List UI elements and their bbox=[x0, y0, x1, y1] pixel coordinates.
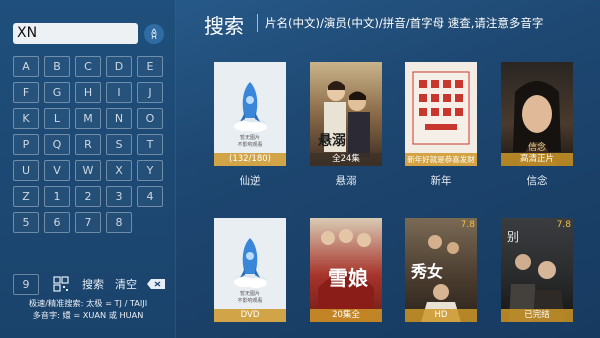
placeholder-text: 暂无图片 不影响观看 bbox=[237, 135, 263, 148]
episode-badge: (132/180) bbox=[214, 153, 286, 166]
key-m[interactable]: M bbox=[75, 108, 101, 129]
episode-badge: DVD bbox=[214, 309, 286, 322]
key-b[interactable]: B bbox=[44, 56, 70, 77]
result-title: 信念 bbox=[526, 175, 548, 187]
search-tip: 片名(中文)/演员(中文)/拼音/首字母 速查,请注意多音字 bbox=[265, 16, 544, 30]
key-n[interactable]: N bbox=[106, 108, 132, 129]
letter-keyboard: ABCDE FGHIJ KLMNO PQRST UVWXY Z1234 5678 bbox=[13, 56, 167, 233]
key-q[interactable]: Q bbox=[44, 134, 70, 155]
poster-title-art: 秀女 bbox=[411, 262, 444, 281]
clear-button[interactable]: 清空 bbox=[113, 274, 139, 295]
key-j[interactable]: J bbox=[137, 82, 163, 103]
search-hint-line1: 极速/精准搜索: 太极 = TJ / TAIJI bbox=[28, 298, 148, 308]
episode-badge: 高清正片 bbox=[501, 153, 573, 166]
key-3[interactable]: 3 bbox=[106, 186, 132, 207]
key-x[interactable]: X bbox=[106, 160, 132, 181]
result-card[interactable]: 7.8 别 已完结 bbox=[501, 218, 573, 322]
rocket-icon[interactable] bbox=[144, 24, 164, 44]
result-card[interactable]: 暂无图片 不影响观看 DVD bbox=[214, 218, 286, 322]
keyboard-panel: XN ABCDE FGHIJ KLMNO PQRST UVWXY Z1234 5678 9 … bbox=[0, 0, 176, 338]
keyboard-bottom-row: 9 搜索 清空 bbox=[13, 274, 167, 295]
key-s[interactable]: S bbox=[106, 134, 132, 155]
key-g[interactable]: G bbox=[44, 82, 70, 103]
key-c[interactable]: C bbox=[75, 56, 101, 77]
episode-badge: 新年好就是恭喜发财 bbox=[405, 153, 477, 166]
poster-image: 7.8 别 已完结 bbox=[501, 218, 573, 322]
episode-badge: 已完结 bbox=[501, 309, 573, 322]
backspace-icon[interactable] bbox=[145, 274, 167, 295]
episode-badge: 全24集 bbox=[310, 153, 382, 166]
search-hint-line2: 多音字: 嬛 = XUAN 或 HUAN bbox=[32, 310, 144, 320]
qr-grid-icon[interactable] bbox=[52, 274, 70, 295]
key-d[interactable]: D bbox=[106, 56, 132, 77]
result-card[interactable]: 悬溺 全24集 悬溺 bbox=[310, 62, 382, 188]
poster-placeholder: 暂无图片 不影响观看 (132/180) bbox=[214, 62, 286, 166]
key-9[interactable]: 9 bbox=[13, 274, 39, 295]
poster-title-art: 悬溺 bbox=[318, 133, 346, 149]
key-u[interactable]: U bbox=[13, 160, 39, 181]
placeholder-text: 暂无图片 不影响观看 bbox=[237, 291, 263, 304]
title-divider bbox=[257, 14, 258, 32]
poster-image: 悬溺 全24集 bbox=[310, 62, 382, 166]
result-card[interactable]: 信念 高清正片 信念 bbox=[501, 62, 573, 188]
poster-image: 雪娘 20集全 bbox=[310, 218, 382, 322]
result-card[interactable]: 雪娘 20集全 bbox=[310, 218, 382, 322]
result-card[interactable]: 暂无图片 不影响观看 (132/180) 仙逆 bbox=[214, 62, 286, 188]
key-h[interactable]: H bbox=[75, 82, 101, 103]
result-title: 悬溺 bbox=[335, 175, 357, 187]
page-title: 搜索 bbox=[204, 14, 244, 38]
poster-image: 信念 高清正片 bbox=[501, 62, 573, 166]
poster-title-art: 雪娘 bbox=[328, 266, 368, 290]
key-z[interactable]: Z bbox=[13, 186, 39, 207]
key-w[interactable]: W bbox=[75, 160, 101, 181]
episode-badge: 20集全 bbox=[310, 309, 382, 322]
key-6[interactable]: 6 bbox=[44, 212, 70, 233]
key-8[interactable]: 8 bbox=[106, 212, 132, 233]
key-5[interactable]: 5 bbox=[13, 212, 39, 233]
poster-image: 7.8 秀女 HD bbox=[405, 218, 477, 322]
rating-badge: 7.8 bbox=[460, 220, 475, 230]
episode-badge: HD bbox=[405, 309, 477, 322]
result-title: 仙逆 bbox=[239, 175, 261, 187]
key-7[interactable]: 7 bbox=[75, 212, 101, 233]
key-1[interactable]: 1 bbox=[44, 186, 70, 207]
key-y[interactable]: Y bbox=[137, 160, 163, 181]
poster-title-art: 信念 bbox=[527, 143, 546, 153]
key-v[interactable]: V bbox=[44, 160, 70, 181]
key-i[interactable]: I bbox=[106, 82, 132, 103]
key-l[interactable]: L bbox=[44, 108, 70, 129]
key-p[interactable]: P bbox=[13, 134, 39, 155]
key-f[interactable]: F bbox=[13, 82, 39, 103]
key-e[interactable]: E bbox=[137, 56, 163, 77]
search-button[interactable]: 搜索 bbox=[75, 274, 111, 295]
poster-title-art: 别 bbox=[507, 230, 520, 244]
search-input[interactable]: XN bbox=[13, 23, 138, 44]
result-card[interactable]: 7.8 秀女 HD bbox=[405, 218, 477, 322]
result-card[interactable]: 新年好就是恭喜发财 新年 bbox=[405, 62, 477, 188]
poster-placeholder: 暂无图片 不影响观看 DVD bbox=[214, 218, 286, 322]
key-4[interactable]: 4 bbox=[137, 186, 163, 207]
key-k[interactable]: K bbox=[13, 108, 39, 129]
rating-badge: 7.8 bbox=[556, 220, 571, 230]
key-2[interactable]: 2 bbox=[75, 186, 101, 207]
key-t[interactable]: T bbox=[137, 134, 163, 155]
key-o[interactable]: O bbox=[137, 108, 163, 129]
poster-image: 新年好就是恭喜发财 bbox=[405, 62, 477, 166]
result-title: 新年 bbox=[430, 175, 452, 187]
key-a[interactable]: A bbox=[13, 56, 39, 77]
key-r[interactable]: R bbox=[75, 134, 101, 155]
